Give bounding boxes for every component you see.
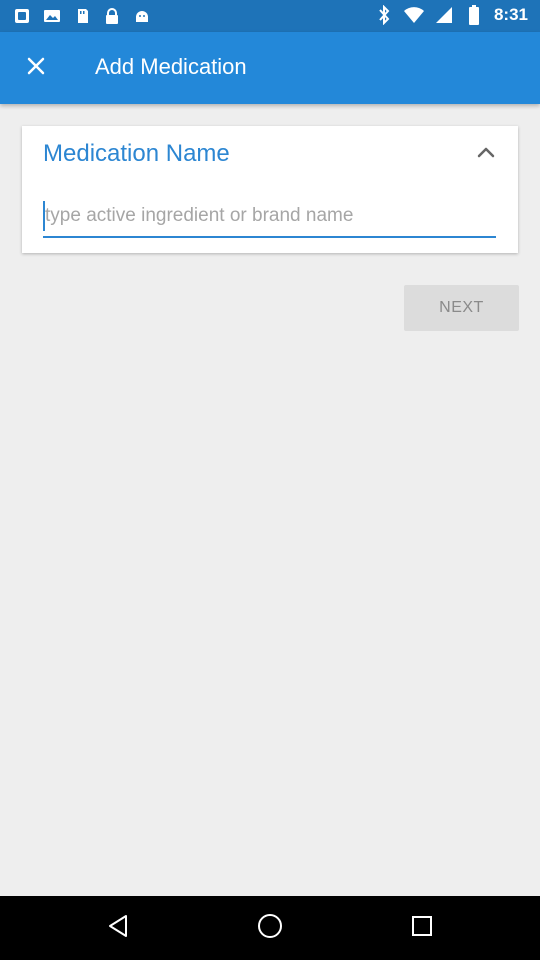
medication-name-card: Medication Name [22, 126, 518, 253]
recents-icon [410, 914, 434, 943]
wifi-icon [403, 5, 424, 25]
status-bar: 8:31 [0, 0, 540, 32]
home-icon [256, 912, 284, 945]
medication-name-input[interactable] [43, 198, 496, 234]
collapse-button[interactable] [468, 140, 504, 168]
android-icon [132, 6, 152, 26]
status-time: 8:31 [493, 5, 528, 24]
medication-name-heading: Medication Name [43, 140, 230, 167]
status-bar-notifications [12, 6, 152, 26]
back-icon [106, 913, 130, 944]
recents-button[interactable] [402, 910, 442, 946]
medication-name-field[interactable] [43, 198, 496, 238]
back-button[interactable] [98, 910, 138, 946]
close-button[interactable] [12, 44, 60, 92]
photo-icon [42, 6, 62, 26]
signal-icon [434, 5, 454, 25]
status-bar-system: 8:31 [374, 5, 528, 25]
app-bar: Add Medication [0, 32, 540, 104]
home-button[interactable] [250, 910, 290, 946]
bluetooth-icon [374, 5, 394, 25]
storage-icon [72, 6, 92, 26]
notification-app-icon [12, 6, 32, 26]
chevron-up-icon [476, 145, 496, 164]
page-title: Add Medication [95, 54, 247, 79]
text-cursor [43, 201, 45, 231]
navigation-bar [0, 896, 540, 960]
lock-icon [102, 6, 122, 26]
next-button[interactable]: NEXT [404, 285, 519, 331]
battery-icon [464, 5, 484, 25]
close-icon [26, 56, 46, 81]
